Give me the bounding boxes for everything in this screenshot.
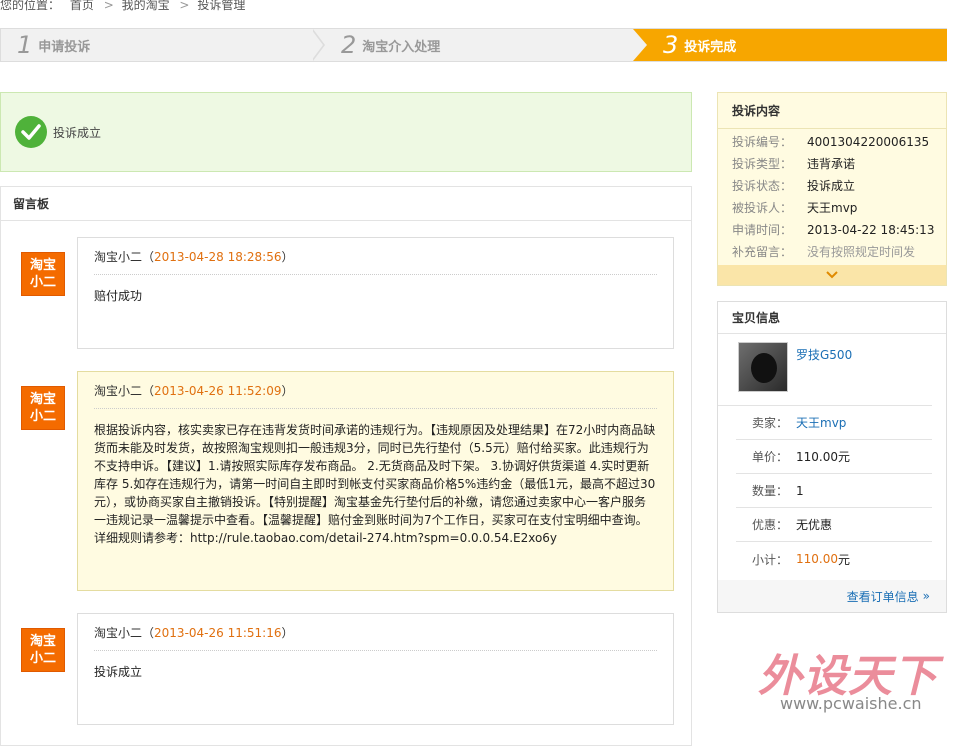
info-key: 投诉编号：	[732, 135, 793, 149]
avatar-line: 小二	[29, 409, 56, 424]
item-key: 数量：	[751, 484, 788, 498]
item-key: 优惠：	[751, 518, 788, 532]
info-row-time: 申请时间： 2013-04-22 18:45:13	[718, 219, 946, 241]
step-intervene: 2 淘宝介入处理	[341, 29, 440, 61]
expand-button[interactable]	[718, 265, 946, 285]
step-number: 1	[17, 31, 33, 59]
avatar-line: 淘宝	[29, 258, 56, 273]
step-number: 2	[341, 31, 357, 59]
breadcrumb-separator: >	[103, 0, 114, 12]
item-row-qty: 数量： 1	[736, 474, 932, 508]
avatar-line: 淘宝	[29, 392, 56, 407]
info-row-type: 投诉类型： 违背承诺	[718, 153, 946, 175]
item-value: 无优惠	[796, 518, 833, 532]
info-value: 4001304220006135	[807, 135, 930, 149]
complaint-title: 投诉内容	[718, 93, 946, 129]
step-label: 投诉完成	[684, 39, 737, 55]
step-label: 申请投诉	[38, 39, 91, 55]
info-value: 投诉成立	[807, 179, 856, 193]
info-value: 没有按照规定时间发	[807, 245, 916, 259]
success-banner: 投诉成立	[0, 92, 692, 172]
success-text: 投诉成立	[53, 125, 102, 140]
double-chevron-right-icon: »	[922, 589, 930, 603]
message-header: 淘宝小二（2013-04-26 11:51:16）	[94, 624, 657, 651]
info-row-respondent: 被投诉人： 天王mvp	[718, 197, 946, 219]
message-bubble: 淘宝小二（2013-04-26 11:52:09） 根据投诉内容，核实卖家已存在…	[77, 371, 674, 591]
breadcrumb-prefix: 您的位置：	[0, 0, 61, 12]
message-bubble: 淘宝小二（2013-04-26 11:51:16） 投诉成立	[77, 613, 674, 725]
info-row-id: 投诉编号： 4001304220006135	[718, 131, 946, 153]
seller-link[interactable]: 天王mvp	[796, 414, 846, 431]
message-body: 投诉成立	[94, 665, 143, 679]
message-author: 淘宝小二	[94, 384, 143, 398]
watermark-url: www.pcwaishe.cn	[780, 694, 922, 713]
message-time: 2013-04-26 11:51:16	[154, 626, 282, 640]
message-board: 留言板 淘宝 小二 淘宝小二（2013-04-28 18:28:56） 赔付成功…	[0, 186, 692, 746]
item-row-discount: 优惠： 无优惠	[736, 508, 932, 542]
step-divider	[311, 29, 323, 61]
step-apply: 1 申请投诉	[17, 29, 90, 61]
avatar-line: 小二	[29, 275, 56, 290]
message-author: 淘宝小二	[94, 250, 143, 264]
message-time: 2013-04-26 11:52:09	[154, 384, 282, 398]
check-circle-icon	[15, 116, 47, 148]
chevron-down-icon	[826, 271, 838, 279]
view-order-label: 查看订单信息	[846, 589, 919, 604]
info-value: 违背承诺	[807, 157, 856, 171]
progress-steps: 1 申请投诉 2 淘宝介入处理 3 投诉完成	[0, 28, 947, 62]
item-value: 1	[796, 483, 804, 498]
step-number: 3	[663, 31, 679, 59]
subtotal-value: 110.00	[796, 552, 838, 566]
avatar: 淘宝 小二	[21, 386, 65, 430]
message-header: 淘宝小二（2013-04-28 18:28:56）	[94, 248, 657, 275]
product-row: 罗技G500	[718, 334, 932, 406]
subtotal-unit: 元	[838, 552, 851, 567]
view-order-link[interactable]: 查看订单信息 »	[718, 580, 946, 612]
message-header: 淘宝小二（2013-04-26 11:52:09）	[94, 382, 657, 409]
info-key: 投诉状态：	[732, 179, 793, 193]
item-title: 宝贝信息	[718, 302, 946, 334]
breadcrumb-home[interactable]: 首页	[70, 0, 94, 12]
info-row-note: 补充留言： 没有按照规定时间发	[718, 241, 946, 263]
item-key: 卖家：	[751, 416, 788, 430]
breadcrumb-complaint-mgmt[interactable]: 投诉管理	[197, 0, 245, 12]
item-row-price: 单价： 110.00元	[736, 440, 932, 474]
product-thumbnail[interactable]	[738, 342, 788, 392]
item-value: 110.00元	[796, 450, 850, 464]
item-key: 单价：	[751, 450, 788, 464]
message-body: 根据投诉内容，核实卖家已存在违背发货时间承诺的违规行为。【违规原因及处理结果】在…	[94, 423, 656, 545]
step-label: 淘宝介入处理	[362, 39, 441, 55]
board-title: 留言板	[1, 187, 691, 221]
step-complete: 3 投诉完成	[633, 29, 947, 61]
info-value: 天王mvp	[807, 201, 858, 215]
avatar: 淘宝 小二	[21, 252, 65, 296]
info-key: 申请时间：	[732, 223, 793, 237]
info-key: 被投诉人：	[732, 201, 793, 215]
item-info-panel: 宝贝信息 罗技G500 卖家： 天王mvp 单价： 110.00元 数量： 1 优惠：…	[717, 301, 947, 613]
avatar: 淘宝 小二	[21, 628, 65, 672]
info-value: 2013-04-22 18:45:13	[807, 223, 935, 237]
info-key: 补充留言：	[732, 245, 793, 259]
item-row-subtotal: 小计： 110.00 元	[736, 542, 932, 576]
message-body: 赔付成功	[94, 289, 143, 303]
avatar-line: 淘宝	[29, 634, 56, 649]
message-bubble: 淘宝小二（2013-04-28 18:28:56） 赔付成功	[77, 237, 674, 349]
item-key: 小计：	[751, 552, 788, 567]
message-time: 2013-04-28 18:28:56	[154, 250, 282, 264]
breadcrumb: 您的位置： 首页 > 我的淘宝 > 投诉管理	[0, 0, 251, 12]
message-author: 淘宝小二	[94, 626, 143, 640]
avatar-line: 小二	[29, 651, 56, 666]
item-row-seller: 卖家： 天王mvp	[736, 406, 932, 440]
product-name-link[interactable]: 罗技G500	[796, 346, 852, 405]
info-row-status: 投诉状态： 投诉成立	[718, 175, 946, 197]
breadcrumb-my-taobao[interactable]: 我的淘宝	[122, 0, 170, 12]
info-key: 投诉类型：	[732, 157, 793, 171]
complaint-info-panel: 投诉内容 投诉编号： 4001304220006135 投诉类型： 违背承诺 投诉状…	[717, 92, 947, 286]
step-divider	[633, 29, 647, 61]
breadcrumb-separator: >	[179, 0, 190, 12]
